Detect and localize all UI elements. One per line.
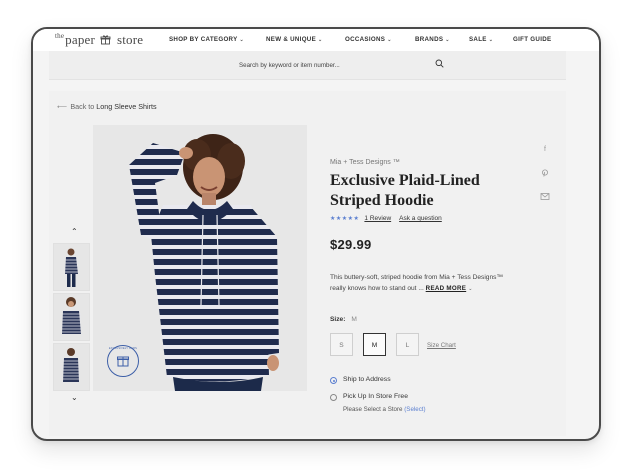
store-logo[interactable]: thepaper store	[55, 32, 143, 48]
facebook-icon[interactable]: f	[540, 146, 550, 153]
pickup-store-note: Please Select a Store (Select)	[343, 406, 426, 413]
gift-icon	[117, 356, 129, 367]
logo-store: store	[116, 32, 144, 47]
nav-brands[interactable]: BRANDS ⌄	[415, 36, 450, 43]
arrow-left-icon: ⟵	[57, 102, 68, 111]
size-label: Size: M	[330, 316, 357, 323]
search-input[interactable]: Search by keyword or item number...	[239, 62, 340, 69]
ask-question-link[interactable]: Ask a question	[399, 215, 442, 222]
search-icon[interactable]	[435, 59, 444, 68]
reviews-link[interactable]: 1 Review	[364, 215, 391, 222]
search-bar[interactable]: Search by keyword or item number...	[49, 51, 566, 80]
ship-to-address-radio[interactable]	[330, 377, 337, 384]
nav-gift-guide[interactable]: GIFT GUIDE	[513, 36, 551, 43]
thumbnail-3[interactable]	[53, 343, 90, 391]
thumbnail-image	[54, 294, 89, 340]
size-m-button[interactable]: M	[363, 333, 386, 356]
product-description: This buttery-soft, striped hoodie from M…	[330, 274, 504, 292]
back-category: Long Sleeve Shirts	[96, 102, 157, 111]
selected-size: M	[351, 316, 357, 323]
pinterest-icon[interactable]	[540, 169, 550, 177]
nav-sale[interactable]: SALE ⌄	[469, 36, 493, 43]
top-navigation-bar: thepaper store SHOP BY CATEGORY ⌄ NEW & U…	[33, 29, 599, 51]
thumbnail-2[interactable]	[53, 293, 90, 341]
chevron-down-icon: ⌄	[387, 37, 392, 43]
chevron-down-icon: ⌄	[318, 37, 323, 43]
size-s-button[interactable]: S	[330, 333, 353, 356]
product-main-image[interactable]: EXCLUSIVELY OURS	[93, 125, 307, 391]
star-rating-icon: ★★★★★	[330, 216, 360, 222]
chevron-down-icon[interactable]: ⌄	[71, 393, 78, 402]
nav-occasions[interactable]: OCCASIONS ⌄	[345, 36, 392, 43]
nav-shop-by-category[interactable]: SHOP BY CATEGORY ⌄	[169, 36, 244, 43]
chevron-down-icon: ⌄	[468, 286, 473, 292]
nav-new-unique[interactable]: NEW & UNIQUE ⌄	[266, 36, 323, 43]
read-more-link[interactable]: READ MORE	[426, 285, 467, 292]
back-link[interactable]: ⟵ Back to Long Sleeve Shirts	[57, 102, 157, 111]
pickup-store-text: Please Select a Store	[343, 406, 403, 413]
thumbnail-1[interactable]	[53, 243, 90, 291]
chevron-down-icon: ⌄	[488, 37, 494, 43]
thumbnail-image	[54, 344, 89, 390]
gift-icon	[101, 35, 111, 45]
thumbnail-image	[54, 244, 89, 290]
product-detail: ⟵ Back to Long Sleeve Shirts ⌃ ⌄ EXCLUSI…	[49, 91, 566, 436]
product-brand[interactable]: Mia + Tess Designs ™	[330, 159, 400, 166]
select-store-link[interactable]: (Select)	[404, 406, 425, 413]
logo-the: the	[55, 32, 65, 40]
exclusive-badge: EXCLUSIVELY OURS	[107, 345, 139, 377]
chevron-down-icon: ⌄	[445, 37, 450, 43]
exclusive-badge-text: EXCLUSIVELY OURS	[109, 347, 137, 350]
pickup-in-store-radio[interactable]	[330, 394, 337, 401]
pickup-in-store-label[interactable]: Pick Up In Store Free	[343, 393, 408, 400]
chevron-down-icon: ⌄	[239, 37, 245, 43]
product-price: $29.99	[330, 237, 372, 252]
size-l-button[interactable]: L	[396, 333, 419, 356]
size-chart-link[interactable]: Size Chart	[427, 342, 456, 349]
chevron-up-icon[interactable]: ⌃	[71, 227, 78, 236]
browser-frame: thepaper store SHOP BY CATEGORY ⌄ NEW & U…	[31, 27, 601, 441]
ship-to-address-label[interactable]: Ship to Address	[343, 376, 391, 383]
email-icon[interactable]	[540, 193, 550, 200]
product-title: Exclusive Plaid-Lined Striped Hoodie	[330, 172, 480, 209]
product-rating: ★★★★★ 1 Review Ask a question	[330, 215, 450, 222]
logo-paper: paper	[65, 32, 96, 47]
